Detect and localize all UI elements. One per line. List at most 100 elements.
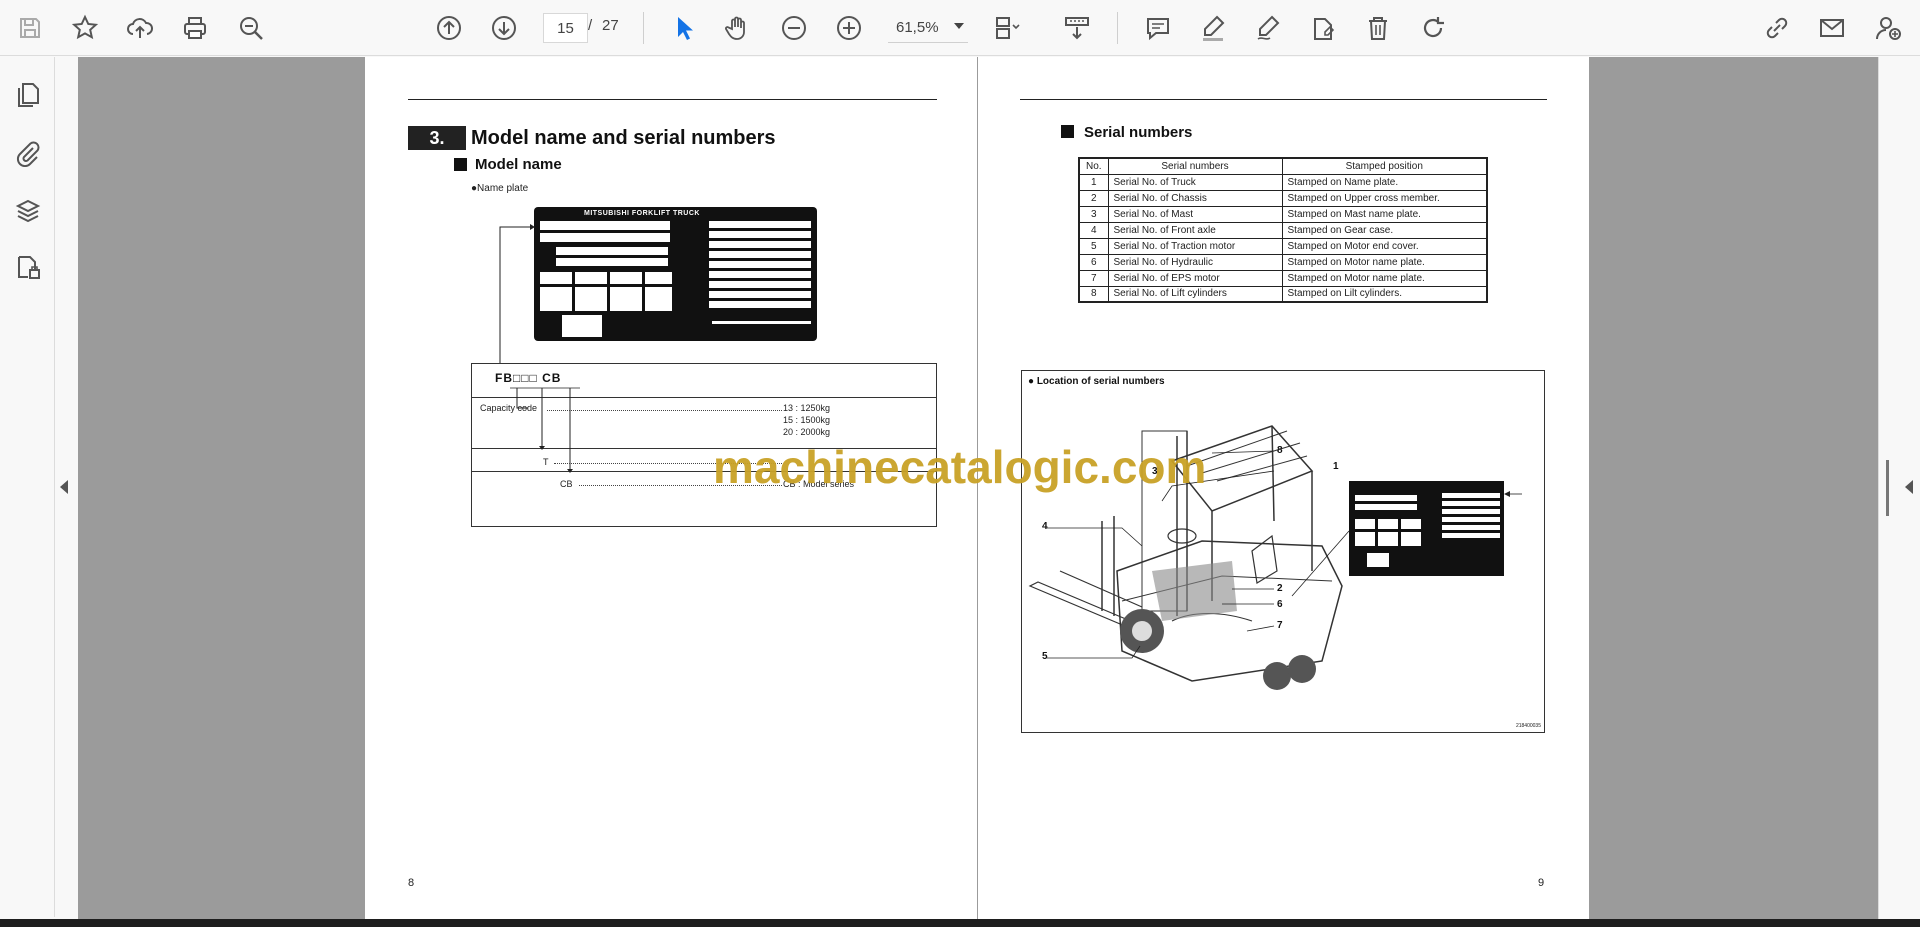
pages-thumbnail-icon[interactable] <box>10 77 46 113</box>
taskbar-edge <box>0 919 1920 927</box>
table-cell: Stamped on Upper cross member. <box>1281 189 1488 207</box>
callout-7: 7 <box>1277 620 1283 631</box>
draw-icon[interactable] <box>1248 8 1288 48</box>
table-cell: Serial No. of EPS motor <box>1107 269 1283 287</box>
zoom-select[interactable]: 61,5% <box>888 13 968 43</box>
callout-2: 2 <box>1277 583 1283 594</box>
rotate-icon[interactable] <box>1413 8 1453 48</box>
comment-icon[interactable] <box>1138 8 1178 48</box>
name-plate-figure: MITSUBISHI FORKLIFT TRUCK <box>534 207 817 341</box>
header-rule <box>1020 99 1547 100</box>
table-row: 1 Serial No. of Truck Stamped on Name plat… <box>1078 173 1488 191</box>
left-sidebar <box>0 57 55 917</box>
table-cell: Stamped on Motor end cover. <box>1281 237 1488 255</box>
email-icon[interactable] <box>1812 8 1852 48</box>
fit-page-icon[interactable] <box>986 8 1026 48</box>
toolbar-divider <box>643 12 644 44</box>
upload-cloud-icon[interactable] <box>120 8 160 48</box>
table-row: 3 Serial No. of Mast Stamped on Mast name … <box>1078 205 1488 223</box>
stamp-icon[interactable] <box>1303 8 1343 48</box>
table-cell: 1 <box>1078 173 1109 191</box>
print-icon[interactable] <box>175 8 215 48</box>
table-cell: Serial No. of Chassis <box>1107 189 1283 207</box>
capacity-value-15: 15 : 1500kg <box>783 415 831 425</box>
watermark: machinecatalogic.com <box>713 441 1207 493</box>
table-cell: Serial No. of Mast <box>1107 205 1283 223</box>
table-cell: 5 <box>1078 237 1109 255</box>
attachments-icon[interactable] <box>10 135 46 171</box>
column-header: No. <box>1078 157 1109 175</box>
figure-code: 218400035 <box>1515 723 1541 729</box>
highlight-icon[interactable] <box>1193 8 1233 48</box>
page-number-input[interactable]: 15 <box>543 13 588 43</box>
table-cell: 2 <box>1078 189 1109 207</box>
column-header: Stamped position <box>1281 157 1488 175</box>
find-icon[interactable] <box>231 8 271 48</box>
table-cell: Serial No. of Hydraulic <box>1107 253 1283 271</box>
table-cell: Stamped on Mast name plate. <box>1281 205 1488 223</box>
table-row: 5 Serial No. of Traction motor Stamped on … <box>1078 237 1488 255</box>
collapse-left-panel-icon[interactable] <box>60 480 68 494</box>
layers-icon[interactable] <box>10 193 46 229</box>
prev-page-icon[interactable] <box>429 8 469 48</box>
table-cell: 3 <box>1078 205 1109 223</box>
table-row: 7 Serial No. of EPS motor Stamped on Motor… <box>1078 269 1488 287</box>
table-row: 8 Serial No. of Lift cylinders Stamped on … <box>1078 285 1488 303</box>
right-panel-strip <box>1878 57 1920 919</box>
zoom-value: 61,5% <box>896 19 939 36</box>
page-total: 27 <box>602 17 619 34</box>
select-cursor-icon[interactable] <box>664 8 704 48</box>
column-header: Serial numbers <box>1107 157 1283 175</box>
table-cell: Stamped on Motor name plate. <box>1281 253 1488 271</box>
table-cell: Serial No. of Truck <box>1107 173 1283 191</box>
toolbar-divider <box>1117 12 1118 44</box>
table-row: 2 Serial No. of Chassis Stamped on Upper c… <box>1078 189 1488 207</box>
bookmark-star-icon[interactable] <box>65 8 105 48</box>
square-bullet-icon <box>454 158 467 171</box>
cb-code-label: CB <box>560 479 573 489</box>
table-cell: Stamped on Lilt cylinders. <box>1281 285 1488 303</box>
table-row: 4 Serial No. of Front axle Stamped on Gear… <box>1078 221 1488 239</box>
square-bullet-icon <box>1061 125 1074 138</box>
table-row: 6 Serial No. of Hydraulic Stamped on Motor… <box>1078 253 1488 271</box>
collapse-right-panel-icon[interactable] <box>1905 480 1913 494</box>
page-current: 15 <box>557 19 574 37</box>
zoom-out-icon[interactable] <box>774 8 814 48</box>
delete-icon[interactable] <box>1358 8 1398 48</box>
zoom-in-icon[interactable] <box>829 8 869 48</box>
t-code-label: T <box>543 457 549 467</box>
callout-4: 4 <box>1042 521 1048 532</box>
table-cell: Stamped on Motor name plate. <box>1281 269 1488 287</box>
share-link-icon[interactable] <box>1757 8 1797 48</box>
serial-numbers-table: No. Serial numbers Stamped position 1 Ser… <box>1078 157 1488 303</box>
chevron-down-icon <box>954 23 964 29</box>
scroll-mode-icon[interactable] <box>1057 8 1097 48</box>
capacity-code-label: Capacity code <box>480 403 538 413</box>
vertical-scrollbar[interactable] <box>1886 460 1889 516</box>
toolbar: 15 / 27 61,5% <box>0 0 1920 56</box>
section-title: Model name and serial numbers <box>471 127 776 149</box>
signatures-icon[interactable] <box>10 249 46 285</box>
table-cell: Serial No. of Lift cylinders <box>1107 285 1283 303</box>
page-number-8: 8 <box>408 877 415 889</box>
header-rule <box>408 99 937 100</box>
table-cell: Serial No. of Traction motor <box>1107 237 1283 255</box>
add-user-icon[interactable] <box>1868 8 1908 48</box>
table-cell: 4 <box>1078 221 1109 239</box>
next-page-icon[interactable] <box>484 8 524 48</box>
table-cell: 8 <box>1078 285 1109 303</box>
nameplate-title: MITSUBISHI FORKLIFT TRUCK <box>584 210 700 217</box>
save-icon[interactable] <box>10 8 50 48</box>
capacity-value-20: 20 : 2000kg <box>783 427 831 437</box>
callout-6: 6 <box>1277 599 1283 610</box>
page-number-9: 9 <box>1538 877 1545 889</box>
callout-8: 8 <box>1277 445 1283 456</box>
capacity-value-13: 13 : 1250kg <box>783 403 831 413</box>
hand-tool-icon[interactable] <box>718 8 758 48</box>
table-cell: Stamped on Gear case. <box>1281 221 1488 239</box>
table-cell: 7 <box>1078 269 1109 287</box>
callout-5: 5 <box>1042 651 1048 662</box>
bullet-name-plate: ●Name plate <box>471 183 529 194</box>
subsection-serial-numbers: Serial numbers <box>1084 124 1193 141</box>
table-cell: Serial No. of Front axle <box>1107 221 1283 239</box>
